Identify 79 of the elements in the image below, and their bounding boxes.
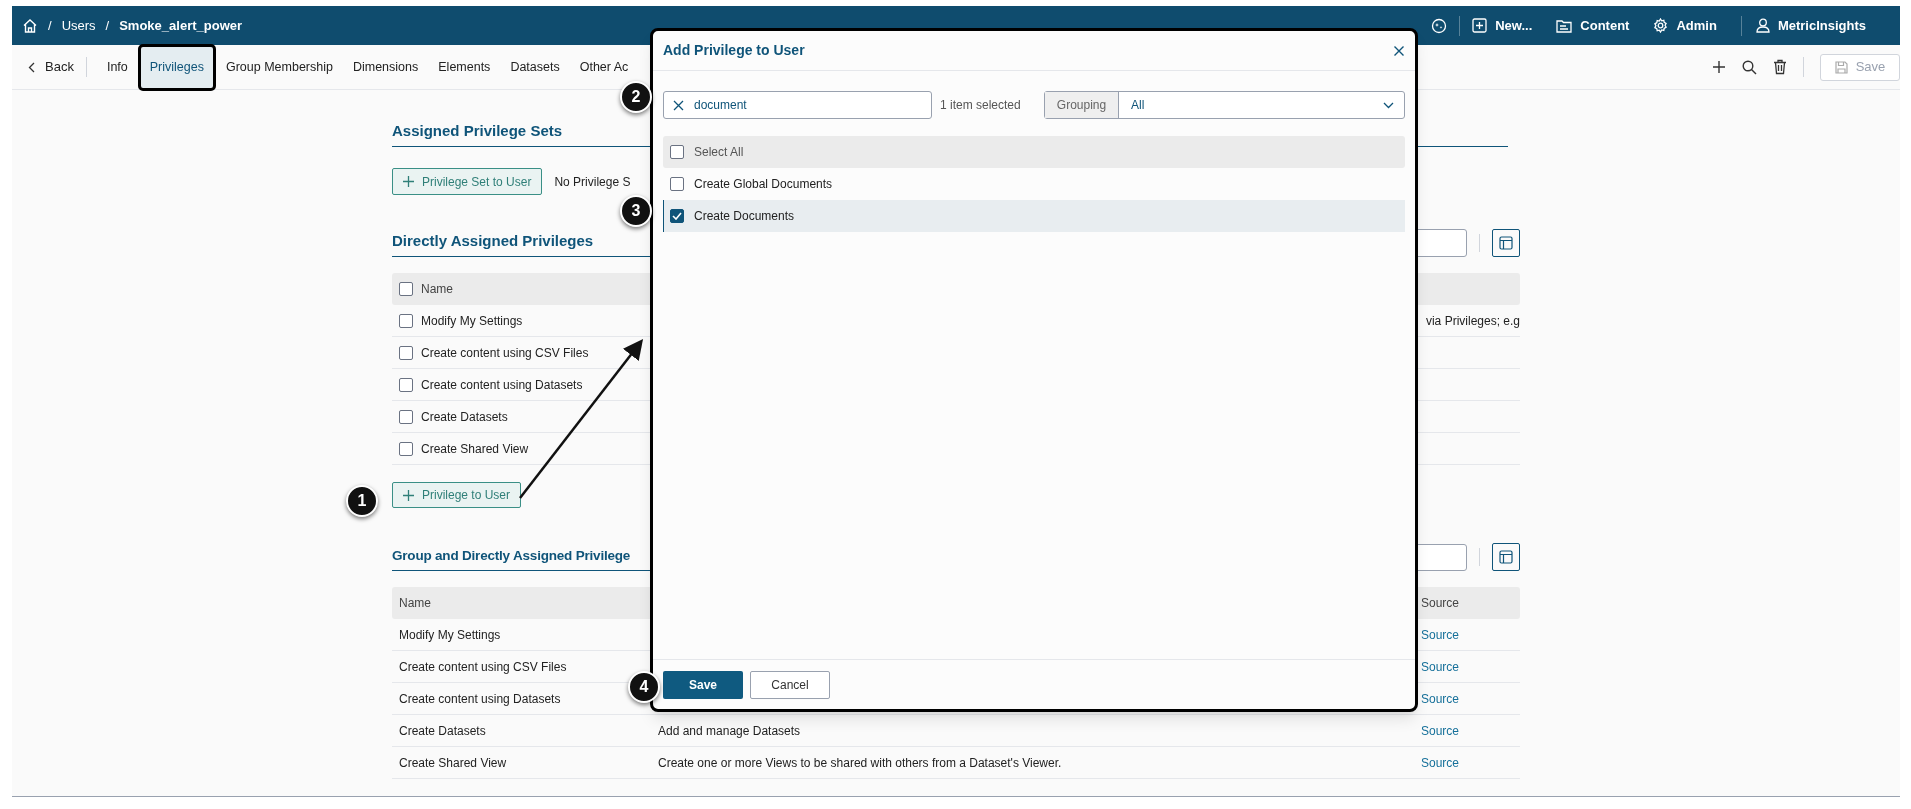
checkbox[interactable] bbox=[399, 282, 413, 296]
back-button[interactable]: Back bbox=[26, 57, 76, 77]
source-link[interactable]: Source bbox=[1421, 721, 1520, 740]
checkbox[interactable] bbox=[670, 177, 684, 191]
checkbox[interactable] bbox=[399, 313, 413, 328]
tab[interactable]: Info bbox=[96, 47, 138, 87]
tab[interactable]: Privileges bbox=[137, 43, 216, 91]
column-header: Name bbox=[421, 281, 453, 298]
column-settings-button[interactable] bbox=[1492, 543, 1520, 571]
table-cell-text: Add and manage Datasets bbox=[658, 722, 802, 740]
table-layout-icon bbox=[1499, 236, 1513, 250]
section-heading: Directly Assigned Privileges bbox=[392, 230, 594, 251]
list-item[interactable]: Create Documents bbox=[663, 200, 1405, 232]
add-icon[interactable] bbox=[1712, 60, 1726, 74]
tab[interactable]: Elements bbox=[428, 47, 501, 87]
selection-count: 1 item selected bbox=[940, 97, 1021, 114]
empty-message: No Privilege S bbox=[554, 173, 631, 191]
tab[interactable]: Dimensions bbox=[342, 47, 429, 87]
checkbox[interactable] bbox=[670, 145, 684, 159]
add-privilege-button[interactable]: Privilege to User bbox=[392, 482, 522, 508]
chevron-down-icon bbox=[1383, 101, 1394, 109]
home-icon[interactable] bbox=[22, 17, 38, 34]
table-cell-text: Create content using Datasets bbox=[398, 690, 562, 708]
tab[interactable]: Datasets bbox=[500, 47, 570, 87]
breadcrumb-separator: / bbox=[105, 16, 110, 35]
section-heading: Group and Directly Assigned Privilege bbox=[392, 546, 631, 565]
breadcrumb-link[interactable]: Users bbox=[61, 15, 96, 36]
table-cell-text: Create one or more Views to be shared with others from a Dataset's Viewer. bbox=[658, 754, 1063, 772]
save-button[interactable]: Save bbox=[663, 670, 743, 699]
menu-link[interactable]: New... bbox=[1472, 15, 1533, 36]
list-item[interactable]: Create Global Documents bbox=[663, 168, 1405, 200]
table-cell-text: Create Datasets bbox=[421, 408, 509, 426]
search-field[interactable]: document bbox=[663, 91, 932, 119]
dialog-title: Add Privilege to User bbox=[663, 41, 805, 60]
list-item-label: Select All bbox=[694, 144, 744, 161]
source-link[interactable]: Source bbox=[1421, 689, 1520, 708]
checkbox[interactable] bbox=[399, 377, 413, 392]
search-icon[interactable] bbox=[1742, 59, 1757, 75]
breadcrumb-separator: / bbox=[48, 16, 52, 35]
tab[interactable]: Group Membership bbox=[215, 47, 343, 87]
search-input[interactable]: document bbox=[694, 96, 922, 114]
gear-icon bbox=[1653, 18, 1669, 33]
menu-link[interactable]: Content bbox=[1556, 15, 1630, 36]
menu-link[interactable]: MetricInsights bbox=[1755, 15, 1866, 36]
checkbox[interactable] bbox=[399, 441, 413, 456]
plus-box-icon bbox=[1472, 18, 1488, 33]
table-cell-text: Modify My Settings bbox=[421, 312, 524, 330]
table-layout-icon bbox=[1499, 550, 1513, 564]
table-cell-text: via Privileges; e.g bbox=[1425, 312, 1520, 330]
breadcrumb-link[interactable]: Smoke_alert_power bbox=[119, 15, 243, 36]
column-header: Source bbox=[1421, 595, 1461, 612]
table-cell-text: Create Datasets bbox=[398, 722, 487, 740]
grouping-dropdown[interactable]: Grouping All bbox=[1044, 91, 1405, 119]
section-heading: Assigned Privilege Sets bbox=[392, 120, 563, 141]
checkbox[interactable] bbox=[399, 345, 413, 360]
column-settings-button[interactable] bbox=[1492, 229, 1520, 257]
checkbox[interactable] bbox=[399, 409, 413, 424]
source-link[interactable]: Source bbox=[1421, 657, 1520, 676]
table-cell-text: Create content using CSV Files bbox=[421, 344, 590, 362]
trash-icon[interactable] bbox=[1773, 59, 1787, 75]
source-link[interactable]: Source bbox=[1421, 753, 1520, 772]
table-cell-text: Create Shared View bbox=[398, 754, 508, 772]
add-privilege-set-button[interactable]: Privilege Set to User bbox=[392, 168, 543, 195]
table-cell-text: Create content using CSV Files bbox=[398, 658, 568, 676]
chevron-left-icon bbox=[28, 61, 35, 73]
table-cell-text: Modify My Settings bbox=[398, 626, 502, 644]
folder-icon bbox=[1556, 18, 1573, 33]
plus-icon bbox=[403, 176, 414, 187]
source-link[interactable]: Source bbox=[1421, 625, 1520, 644]
close-icon[interactable] bbox=[1393, 44, 1405, 57]
table-cell-text: Create Shared View bbox=[421, 440, 530, 458]
clear-icon[interactable] bbox=[673, 99, 684, 111]
checkbox[interactable] bbox=[670, 209, 684, 223]
cancel-button[interactable]: Cancel bbox=[750, 670, 830, 699]
column-header: Name bbox=[398, 595, 432, 612]
plus-icon bbox=[403, 489, 414, 501]
person-icon bbox=[1755, 18, 1770, 33]
table-cell-text: Create content using Datasets bbox=[421, 376, 584, 394]
menu-link[interactable]: Admin bbox=[1653, 15, 1717, 36]
